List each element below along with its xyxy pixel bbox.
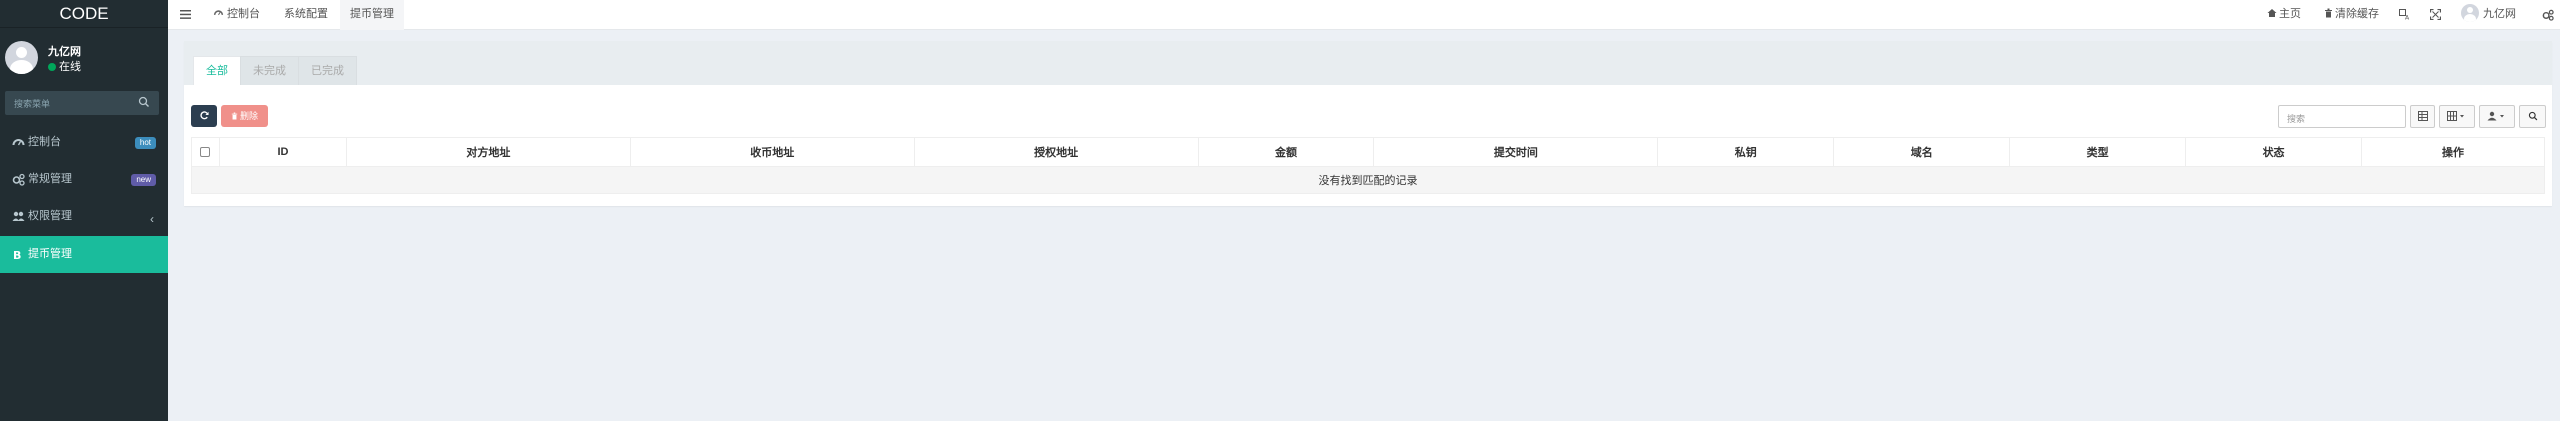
- chevron-left-icon[interactable]: ‹: [150, 201, 154, 238]
- home-icon: [2267, 9, 2277, 17]
- delete-button[interactable]: 删除: [221, 105, 268, 127]
- delete-label: 删除: [239, 111, 258, 121]
- top-navbar: 控制台 系统配置 提币管理 主页 清除缓存 A 九亿网: [168, 0, 2560, 30]
- home-label: 主页: [2279, 8, 2301, 20]
- tab-dashboard[interactable]: 控制台: [213, 0, 260, 30]
- export-icon: [2487, 111, 2504, 121]
- column-header[interactable]: ID: [218, 137, 347, 167]
- sidebar-item-label: 控制台: [28, 136, 61, 148]
- search-icon: [2528, 111, 2538, 121]
- withdraw-table: ID 对方地址 收币地址 授权地址 金额 提交时间 私钥 域名 类型 状态 操作…: [191, 137, 2545, 194]
- tab-label: 提币管理: [350, 8, 394, 20]
- online-dot-icon: [48, 63, 56, 71]
- dashboard-icon: [12, 139, 25, 146]
- trash-icon: [2325, 8, 2332, 18]
- withdraw-panel: 全部 未完成 已完成 删除 搜索 ID 对方地址 收币地址 授权地址 金额 提交…: [184, 41, 2552, 206]
- tab-all[interactable]: 全部: [193, 56, 241, 85]
- clear-cache-label: 清除缓存: [2335, 8, 2379, 20]
- empty-message: 没有找到匹配的记录: [191, 166, 2545, 194]
- tab-withdraw[interactable]: 提币管理: [340, 0, 404, 30]
- sidebar-search-placeholder: 搜索菜单: [14, 99, 51, 109]
- table-view-icon: [2418, 111, 2428, 121]
- sidebar: CODE 九亿网 在线 搜索菜单 控制台 hot 常规管理 new 权限管理 ‹…: [0, 0, 168, 421]
- user-status-label: 在线: [59, 61, 81, 73]
- select-all-checkbox[interactable]: [200, 147, 211, 158]
- column-header[interactable]: 类型: [2009, 137, 2187, 167]
- sidebar-item-permissions[interactable]: 权限管理 ‹: [0, 198, 168, 235]
- user-panel: 九亿网 在线: [0, 28, 168, 80]
- tab-label: 系统配置: [284, 8, 328, 20]
- clear-cache-button[interactable]: 清除缓存: [2324, 0, 2379, 30]
- columns-icon: [2447, 111, 2464, 121]
- column-header[interactable]: 域名: [1833, 137, 2011, 167]
- tab-label: 未完成: [253, 65, 286, 77]
- refresh-button[interactable]: [191, 105, 217, 127]
- cogs-icon: [12, 173, 25, 186]
- user-menu-label: 九亿网: [2483, 8, 2516, 20]
- user-name: 九亿网: [48, 46, 81, 58]
- sidebar-item-general[interactable]: 常规管理 new: [0, 161, 168, 198]
- settings-gears-icon[interactable]: [2542, 9, 2554, 21]
- table-search-placeholder: 搜索: [2287, 114, 2306, 124]
- svg-text:A: A: [2405, 15, 2410, 21]
- new-badge: new: [131, 174, 156, 186]
- tab-incomplete[interactable]: 未完成: [240, 56, 299, 85]
- sidebar-item-label: 常规管理: [28, 173, 72, 185]
- translate-icon[interactable]: A: [2399, 9, 2410, 20]
- trash-icon: [231, 112, 238, 120]
- svg-text:B: B: [13, 249, 21, 261]
- app-logo[interactable]: CODE: [0, 0, 168, 28]
- table-header-row: ID 对方地址 收币地址 授权地址 金额 提交时间 私钥 域名 类型 状态 操作: [191, 137, 2545, 167]
- dashboard-icon: [213, 10, 224, 16]
- column-header[interactable]: 操作: [2361, 137, 2545, 167]
- sidebar-item-label: 权限管理: [28, 210, 72, 222]
- tab-completed[interactable]: 已完成: [298, 56, 357, 85]
- avatar: [5, 41, 38, 74]
- advanced-search-button[interactable]: [2519, 105, 2546, 128]
- table-search-input[interactable]: 搜索: [2278, 105, 2406, 128]
- columns-dropdown-button[interactable]: [2439, 105, 2475, 128]
- menu-toggle-icon[interactable]: [180, 9, 191, 20]
- hot-badge: hot: [134, 137, 156, 149]
- user-menu[interactable]: 九亿网: [2461, 0, 2516, 30]
- tab-label: 全部: [206, 65, 228, 77]
- column-header[interactable]: 对方地址: [345, 137, 631, 167]
- column-header[interactable]: 提交时间: [1373, 137, 1659, 167]
- export-dropdown-button[interactable]: [2479, 105, 2515, 128]
- tab-label: 控制台: [227, 8, 260, 20]
- column-header[interactable]: 金额: [1197, 137, 1375, 167]
- column-header[interactable]: 状态: [2185, 137, 2363, 167]
- user-avatar: [2461, 4, 2479, 22]
- sidebar-item-withdraw[interactable]: B 提币管理: [0, 236, 168, 273]
- toggle-view-button[interactable]: [2410, 105, 2435, 128]
- column-header[interactable]: 收币地址: [629, 137, 915, 167]
- table-row: 没有找到匹配的记录: [191, 166, 2545, 194]
- users-icon: [12, 211, 25, 221]
- fullscreen-icon[interactable]: [2430, 9, 2441, 20]
- bitcoin-icon: B: [13, 249, 21, 261]
- tab-system-config[interactable]: 系统配置: [284, 0, 328, 30]
- panel-tabs-bar: 全部 未完成 已完成: [184, 41, 2552, 85]
- search-icon[interactable]: [137, 95, 151, 109]
- sidebar-item-dashboard[interactable]: 控制台 hot: [0, 124, 168, 161]
- user-status: 在线: [48, 58, 81, 74]
- refresh-icon: [199, 111, 209, 120]
- sidebar-item-label: 提币管理: [28, 248, 72, 260]
- select-all-header[interactable]: [191, 137, 220, 167]
- sidebar-search-input[interactable]: 搜索菜单: [5, 91, 159, 115]
- column-header[interactable]: 授权地址: [913, 137, 1199, 167]
- home-link[interactable]: 主页: [2267, 0, 2301, 30]
- tab-label: 已完成: [311, 65, 344, 77]
- column-header[interactable]: 私钥: [1657, 137, 1835, 167]
